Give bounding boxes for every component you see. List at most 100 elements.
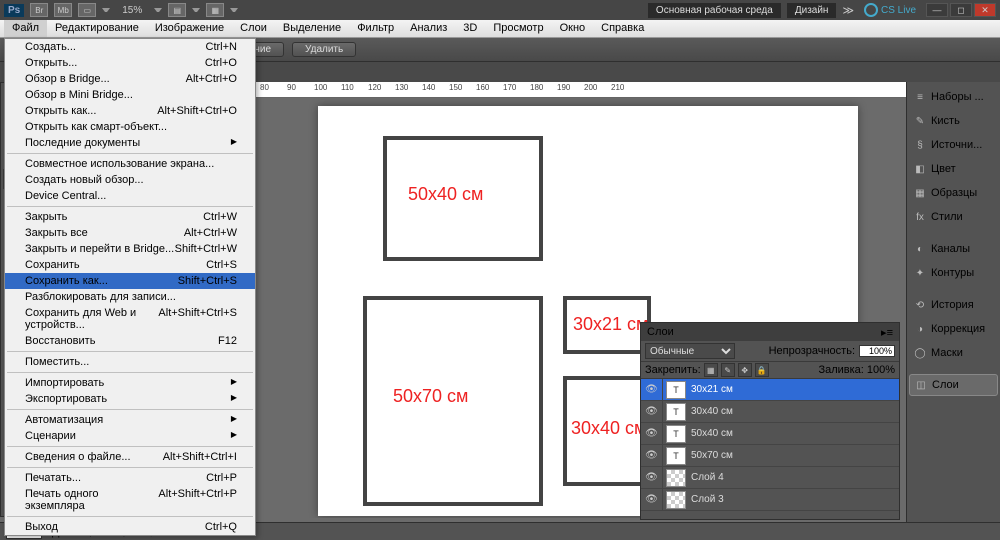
panel-menu-icon[interactable]: ▸≡ <box>881 326 893 339</box>
panel-icon: ✎ <box>913 114 927 128</box>
dropdown-icon[interactable] <box>192 8 200 12</box>
blend-mode-select[interactable]: Обычные <box>645 343 735 359</box>
opacity-value[interactable]: 100% <box>859 345 895 357</box>
panel-Кисть[interactable]: ✎Кисть <box>909 110 998 132</box>
menu-item[interactable]: Создать...Ctrl+N <box>5 39 255 55</box>
layer-row[interactable]: 👁T30x21 см <box>641 379 899 401</box>
screen-mode-icon[interactable]: ▭ <box>78 3 96 17</box>
fill-label: Заливка: <box>772 364 864 376</box>
menu-item[interactable]: Обзор в Mini Bridge... <box>5 87 255 103</box>
arrange-icon[interactable]: ▦ <box>206 3 224 17</box>
menu-item[interactable]: Сведения о файле...Alt+Shift+Ctrl+I <box>5 449 255 465</box>
close-button[interactable]: ✕ <box>974 3 996 17</box>
lock-pixels-icon[interactable]: ✎ <box>721 363 735 377</box>
dropdown-icon[interactable] <box>154 8 162 12</box>
menu-item[interactable]: Открыть...Ctrl+O <box>5 55 255 71</box>
visibility-icon[interactable]: 👁 <box>641 489 663 511</box>
layer-name: 30x40 см <box>689 406 733 417</box>
panel-История[interactable]: ⟲История <box>909 294 998 316</box>
menu-просмотр[interactable]: Просмотр <box>485 20 551 37</box>
visibility-icon[interactable]: 👁 <box>641 445 663 467</box>
menu-фильтр[interactable]: Фильтр <box>349 20 402 37</box>
right-dock: ≡Наборы ...✎Кисть§Источни...◧Цвет▦Образц… <box>906 82 1000 540</box>
view-icon[interactable]: ▤ <box>168 3 186 17</box>
panel-Наборы ...[interactable]: ≡Наборы ... <box>909 86 998 108</box>
menu-item[interactable]: Поместить... <box>5 354 255 370</box>
layers-header[interactable]: Слои ▸≡ <box>641 323 899 341</box>
menu-item[interactable]: Последние документы▶ <box>5 135 255 151</box>
layer-row[interactable]: 👁Слой 3 <box>641 489 899 511</box>
minimize-button[interactable]: — <box>926 3 948 17</box>
menu-item[interactable]: Открыть как...Alt+Shift+Ctrl+O <box>5 103 255 119</box>
menu-файл[interactable]: Файл <box>4 20 47 37</box>
panel-Источни...[interactable]: §Источни... <box>909 134 998 156</box>
menu-редактирование[interactable]: Редактирование <box>47 20 147 37</box>
menu-3d[interactable]: 3D <box>455 20 485 37</box>
menu-item[interactable]: Печатать...Ctrl+P <box>5 470 255 486</box>
panel-Контуры[interactable]: ✦Контуры <box>909 262 998 284</box>
layer-thumbnail <box>666 469 686 487</box>
layer-row[interactable]: 👁T30x40 см <box>641 401 899 423</box>
visibility-icon[interactable]: 👁 <box>641 467 663 489</box>
menu-item[interactable]: Закрыть и перейти в Bridge...Shift+Ctrl+… <box>5 241 255 257</box>
panel-icon: ◫ <box>914 378 928 392</box>
panel-icon: fx <box>913 210 927 224</box>
menu-окно[interactable]: Окно <box>552 20 594 37</box>
menu-слои[interactable]: Слои <box>232 20 275 37</box>
menu-анализ[interactable]: Анализ <box>402 20 455 37</box>
menu-item[interactable]: Автоматизация▶ <box>5 412 255 428</box>
minibridge-icon[interactable]: Mb <box>54 3 72 17</box>
layer-name: Слой 4 <box>689 472 724 483</box>
panel-Цвет[interactable]: ◧Цвет <box>909 158 998 180</box>
fill-value[interactable]: 100% <box>867 364 895 376</box>
menu-item[interactable]: Обзор в Bridge...Alt+Ctrl+O <box>5 71 255 87</box>
canvas-label: 30x21 см <box>573 314 648 335</box>
panel-Слои[interactable]: ◫Слои <box>909 374 998 396</box>
design-button[interactable]: Дизайн <box>787 3 837 18</box>
bridge-icon[interactable]: Br <box>30 3 48 17</box>
dropdown-icon[interactable] <box>230 8 238 12</box>
visibility-icon[interactable]: 👁 <box>641 379 663 401</box>
panel-icon: ⟲ <box>913 298 927 312</box>
menu-item[interactable]: Импортировать▶ <box>5 375 255 391</box>
menu-выделение[interactable]: Выделение <box>275 20 349 37</box>
visibility-icon[interactable]: 👁 <box>641 401 663 423</box>
delete-button[interactable]: Удалить <box>292 42 356 57</box>
menu-item[interactable]: ВыходCtrl+Q <box>5 519 255 535</box>
menu-item[interactable]: Закрыть всеAlt+Ctrl+W <box>5 225 255 241</box>
menu-item[interactable]: Создать новый обзор... <box>5 172 255 188</box>
layer-row[interactable]: 👁T50x40 см <box>641 423 899 445</box>
layer-row[interactable]: 👁T50x70 см <box>641 445 899 467</box>
menu-item[interactable]: Совместное использование экрана... <box>5 156 255 172</box>
panel-icon: ◧ <box>913 162 927 176</box>
lock-all-icon[interactable]: 🔒 <box>755 363 769 377</box>
menu-item[interactable]: Device Central... <box>5 188 255 204</box>
menu-справка[interactable]: Справка <box>593 20 652 37</box>
layer-row[interactable]: 👁 Слой 4 <box>641 467 899 489</box>
menu-item[interactable]: Печать одного экземпляраAlt+Shift+Ctrl+P <box>5 486 255 514</box>
menu-item[interactable]: Открыть как смарт-объект... <box>5 119 255 135</box>
menu-item[interactable]: Сохранить для Web и устройств...Alt+Shif… <box>5 305 255 333</box>
zoom-level[interactable]: 15% <box>116 5 148 16</box>
panel-Каналы[interactable]: ◐Каналы <box>909 238 998 260</box>
menu-изображение[interactable]: Изображение <box>147 20 232 37</box>
menu-item[interactable]: СохранитьCtrl+S <box>5 257 255 273</box>
lock-position-icon[interactable]: ✥ <box>738 363 752 377</box>
cslive-button[interactable]: CS Live <box>860 3 920 17</box>
menu-item[interactable]: Экспортировать▶ <box>5 391 255 407</box>
panel-Маски[interactable]: ◯Маски <box>909 342 998 364</box>
lock-label: Закрепить: <box>645 364 701 376</box>
visibility-icon[interactable]: 👁 <box>641 423 663 445</box>
lock-transparency-icon[interactable]: ▦ <box>704 363 718 377</box>
panel-Коррекция[interactable]: ◑Коррекция <box>909 318 998 340</box>
workspace-button[interactable]: Основная рабочая среда <box>648 3 781 18</box>
menu-item[interactable]: ЗакрытьCtrl+W <box>5 209 255 225</box>
panel-Образцы[interactable]: ▦Образцы <box>909 182 998 204</box>
dropdown-icon[interactable] <box>102 8 110 12</box>
menu-item[interactable]: Сохранить как...Shift+Ctrl+S <box>5 273 255 289</box>
panel-Стили[interactable]: fxСтили <box>909 206 998 228</box>
more-icon[interactable]: ≫ <box>842 4 854 17</box>
maximize-button[interactable]: ◻ <box>950 3 972 17</box>
menu-item[interactable]: ВосстановитьF12 <box>5 333 255 349</box>
menu-item[interactable]: Сценарии▶ <box>5 428 255 444</box>
